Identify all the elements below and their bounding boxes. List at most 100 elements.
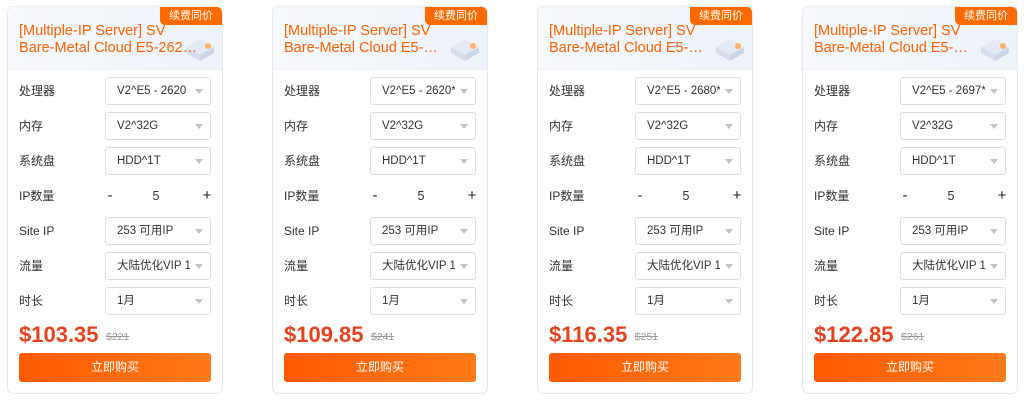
chevron-down-icon	[725, 299, 733, 304]
traffic-select[interactable]: 大陆优化VIP 100	[105, 252, 211, 280]
buy-now-button[interactable]: 立即购买	[284, 353, 476, 382]
chevron-down-icon	[990, 124, 998, 129]
ip-count-label: IP数量	[19, 189, 55, 203]
cpu-select[interactable]: V2^E5 - 2620	[105, 77, 211, 105]
memory-select[interactable]: V2^32G	[635, 112, 741, 140]
duration-label: 时长	[284, 294, 309, 308]
disk-select[interactable]: HDD^1T	[635, 147, 741, 175]
ip-count-value: 5	[947, 189, 955, 203]
duration-label: 时长	[549, 294, 574, 308]
chevron-down-icon	[990, 159, 998, 164]
memory-value: V2^32G	[382, 120, 424, 132]
disk-label: 系统盘	[284, 154, 321, 168]
option-row-cpu: 处理器 V2^E5 - 2680*	[538, 77, 752, 105]
ip-count-increment-button[interactable]: +	[730, 182, 744, 210]
cpu-select[interactable]: V2^E5 - 2697*	[900, 77, 1006, 105]
product-card-3: [Multiple-IP Server] SV Bare-Metal Cloud…	[537, 6, 753, 394]
chevron-down-icon	[990, 299, 998, 304]
option-row-traffic: 流量 大陆优化VIP 100	[803, 252, 1017, 280]
buy-now-button[interactable]: 立即购买	[19, 353, 211, 382]
chevron-down-icon	[460, 299, 468, 304]
cpu-select[interactable]: V2^E5 - 2620*	[370, 77, 476, 105]
current-price: $122.85	[814, 322, 894, 347]
card-header: [Multiple-IP Server] SV Bare-Metal Cloud…	[8, 7, 222, 70]
duration-select[interactable]: 1月	[635, 287, 741, 315]
card-title[interactable]: [Multiple-IP Server] SV Bare-Metal Cloud…	[19, 23, 204, 57]
price-row: $122.85 $261	[814, 320, 1009, 350]
chevron-down-icon	[195, 299, 203, 304]
disk-label: 系统盘	[549, 154, 586, 168]
option-row-disk: 系统盘 HDD^1T	[273, 147, 487, 175]
option-row-memory: 内存 V2^32G	[803, 112, 1017, 140]
chevron-down-icon	[460, 159, 468, 164]
ip-count-value: 5	[417, 189, 425, 203]
memory-label: 内存	[814, 119, 839, 133]
buy-now-button[interactable]: 立即购买	[549, 353, 741, 382]
ip-count-decrement-button[interactable]: -	[368, 182, 382, 210]
traffic-select[interactable]: 大陆优化VIP 100	[900, 252, 1006, 280]
option-row-ip-count: IP数量 - 5 +	[273, 182, 487, 210]
disk-select[interactable]: HDD^1T	[370, 147, 476, 175]
disk-select[interactable]: HDD^1T	[900, 147, 1006, 175]
site-ip-value: 253 可用IP	[382, 225, 439, 237]
ip-count-decrement-button[interactable]: -	[898, 182, 912, 210]
product-card-2: [Multiple-IP Server] SV Bare-Metal Cloud…	[272, 6, 488, 394]
card-title[interactable]: [Multiple-IP Server] SV Bare-Metal Cloud…	[284, 23, 469, 57]
ip-count-increment-button[interactable]: +	[200, 182, 214, 210]
option-row-memory: 内存 V2^32G	[273, 112, 487, 140]
cpu-select[interactable]: V2^E5 - 2680*	[635, 77, 741, 105]
duration-select[interactable]: 1月	[900, 287, 1006, 315]
option-row-disk: 系统盘 HDD^1T	[538, 147, 752, 175]
ip-count-decrement-button[interactable]: -	[633, 182, 647, 210]
ip-count-decrement-button[interactable]: -	[103, 182, 117, 210]
option-row-cpu: 处理器 V2^E5 - 2620	[8, 77, 222, 105]
traffic-value: 大陆优化VIP 100	[117, 260, 190, 272]
chevron-down-icon	[725, 264, 733, 269]
traffic-label: 流量	[549, 259, 574, 273]
chevron-down-icon	[725, 229, 733, 234]
traffic-select[interactable]: 大陆优化VIP 100	[370, 252, 476, 280]
traffic-select[interactable]: 大陆优化VIP 100	[635, 252, 741, 280]
option-row-cpu: 处理器 V2^E5 - 2620*	[273, 77, 487, 105]
traffic-value: 大陆优化VIP 100	[647, 260, 720, 272]
ip-count-label: IP数量	[284, 189, 320, 203]
site-ip-select[interactable]: 253 可用IP	[900, 217, 1006, 245]
ip-count-increment-button[interactable]: +	[995, 182, 1009, 210]
buy-now-button[interactable]: 立即购买	[814, 353, 1006, 382]
disk-value: HDD^1T	[912, 155, 956, 167]
chevron-down-icon	[725, 159, 733, 164]
traffic-value: 大陆优化VIP 100	[912, 260, 985, 272]
duration-select[interactable]: 1月	[105, 287, 211, 315]
memory-select[interactable]: V2^32G	[900, 112, 1006, 140]
chevron-down-icon	[195, 159, 203, 164]
cpu-label: 处理器	[814, 84, 851, 98]
ip-count-value: 5	[152, 189, 160, 203]
disk-select[interactable]: HDD^1T	[105, 147, 211, 175]
price-row: $103.35 $221	[19, 320, 214, 350]
site-ip-value: 253 可用IP	[647, 225, 704, 237]
card-title[interactable]: [Multiple-IP Server] SV Bare-Metal Cloud…	[814, 23, 999, 57]
duration-value: 1月	[382, 295, 400, 307]
traffic-label: 流量	[284, 259, 309, 273]
site-ip-select[interactable]: 253 可用IP	[635, 217, 741, 245]
price-row: $116.35 $251	[549, 320, 744, 350]
option-row-ip-count: IP数量 - 5 +	[8, 182, 222, 210]
duration-value: 1月	[647, 295, 665, 307]
memory-select[interactable]: V2^32G	[370, 112, 476, 140]
cpu-value: V2^E5 - 2620*	[382, 85, 455, 97]
ip-count-label: IP数量	[814, 189, 850, 203]
option-row-duration: 时长 1月	[803, 287, 1017, 315]
option-row-memory: 内存 V2^32G	[8, 112, 222, 140]
duration-select[interactable]: 1月	[370, 287, 476, 315]
ip-count-increment-button[interactable]: +	[465, 182, 479, 210]
duration-label: 时长	[814, 294, 839, 308]
duration-value: 1月	[912, 295, 930, 307]
chevron-down-icon	[195, 229, 203, 234]
card-title[interactable]: [Multiple-IP Server] SV Bare-Metal Cloud…	[549, 23, 734, 57]
option-row-duration: 时长 1月	[8, 287, 222, 315]
site-ip-select[interactable]: 253 可用IP	[105, 217, 211, 245]
option-row-disk: 系统盘 HDD^1T	[8, 147, 222, 175]
chevron-down-icon	[460, 264, 468, 269]
site-ip-select[interactable]: 253 可用IP	[370, 217, 476, 245]
memory-select[interactable]: V2^32G	[105, 112, 211, 140]
